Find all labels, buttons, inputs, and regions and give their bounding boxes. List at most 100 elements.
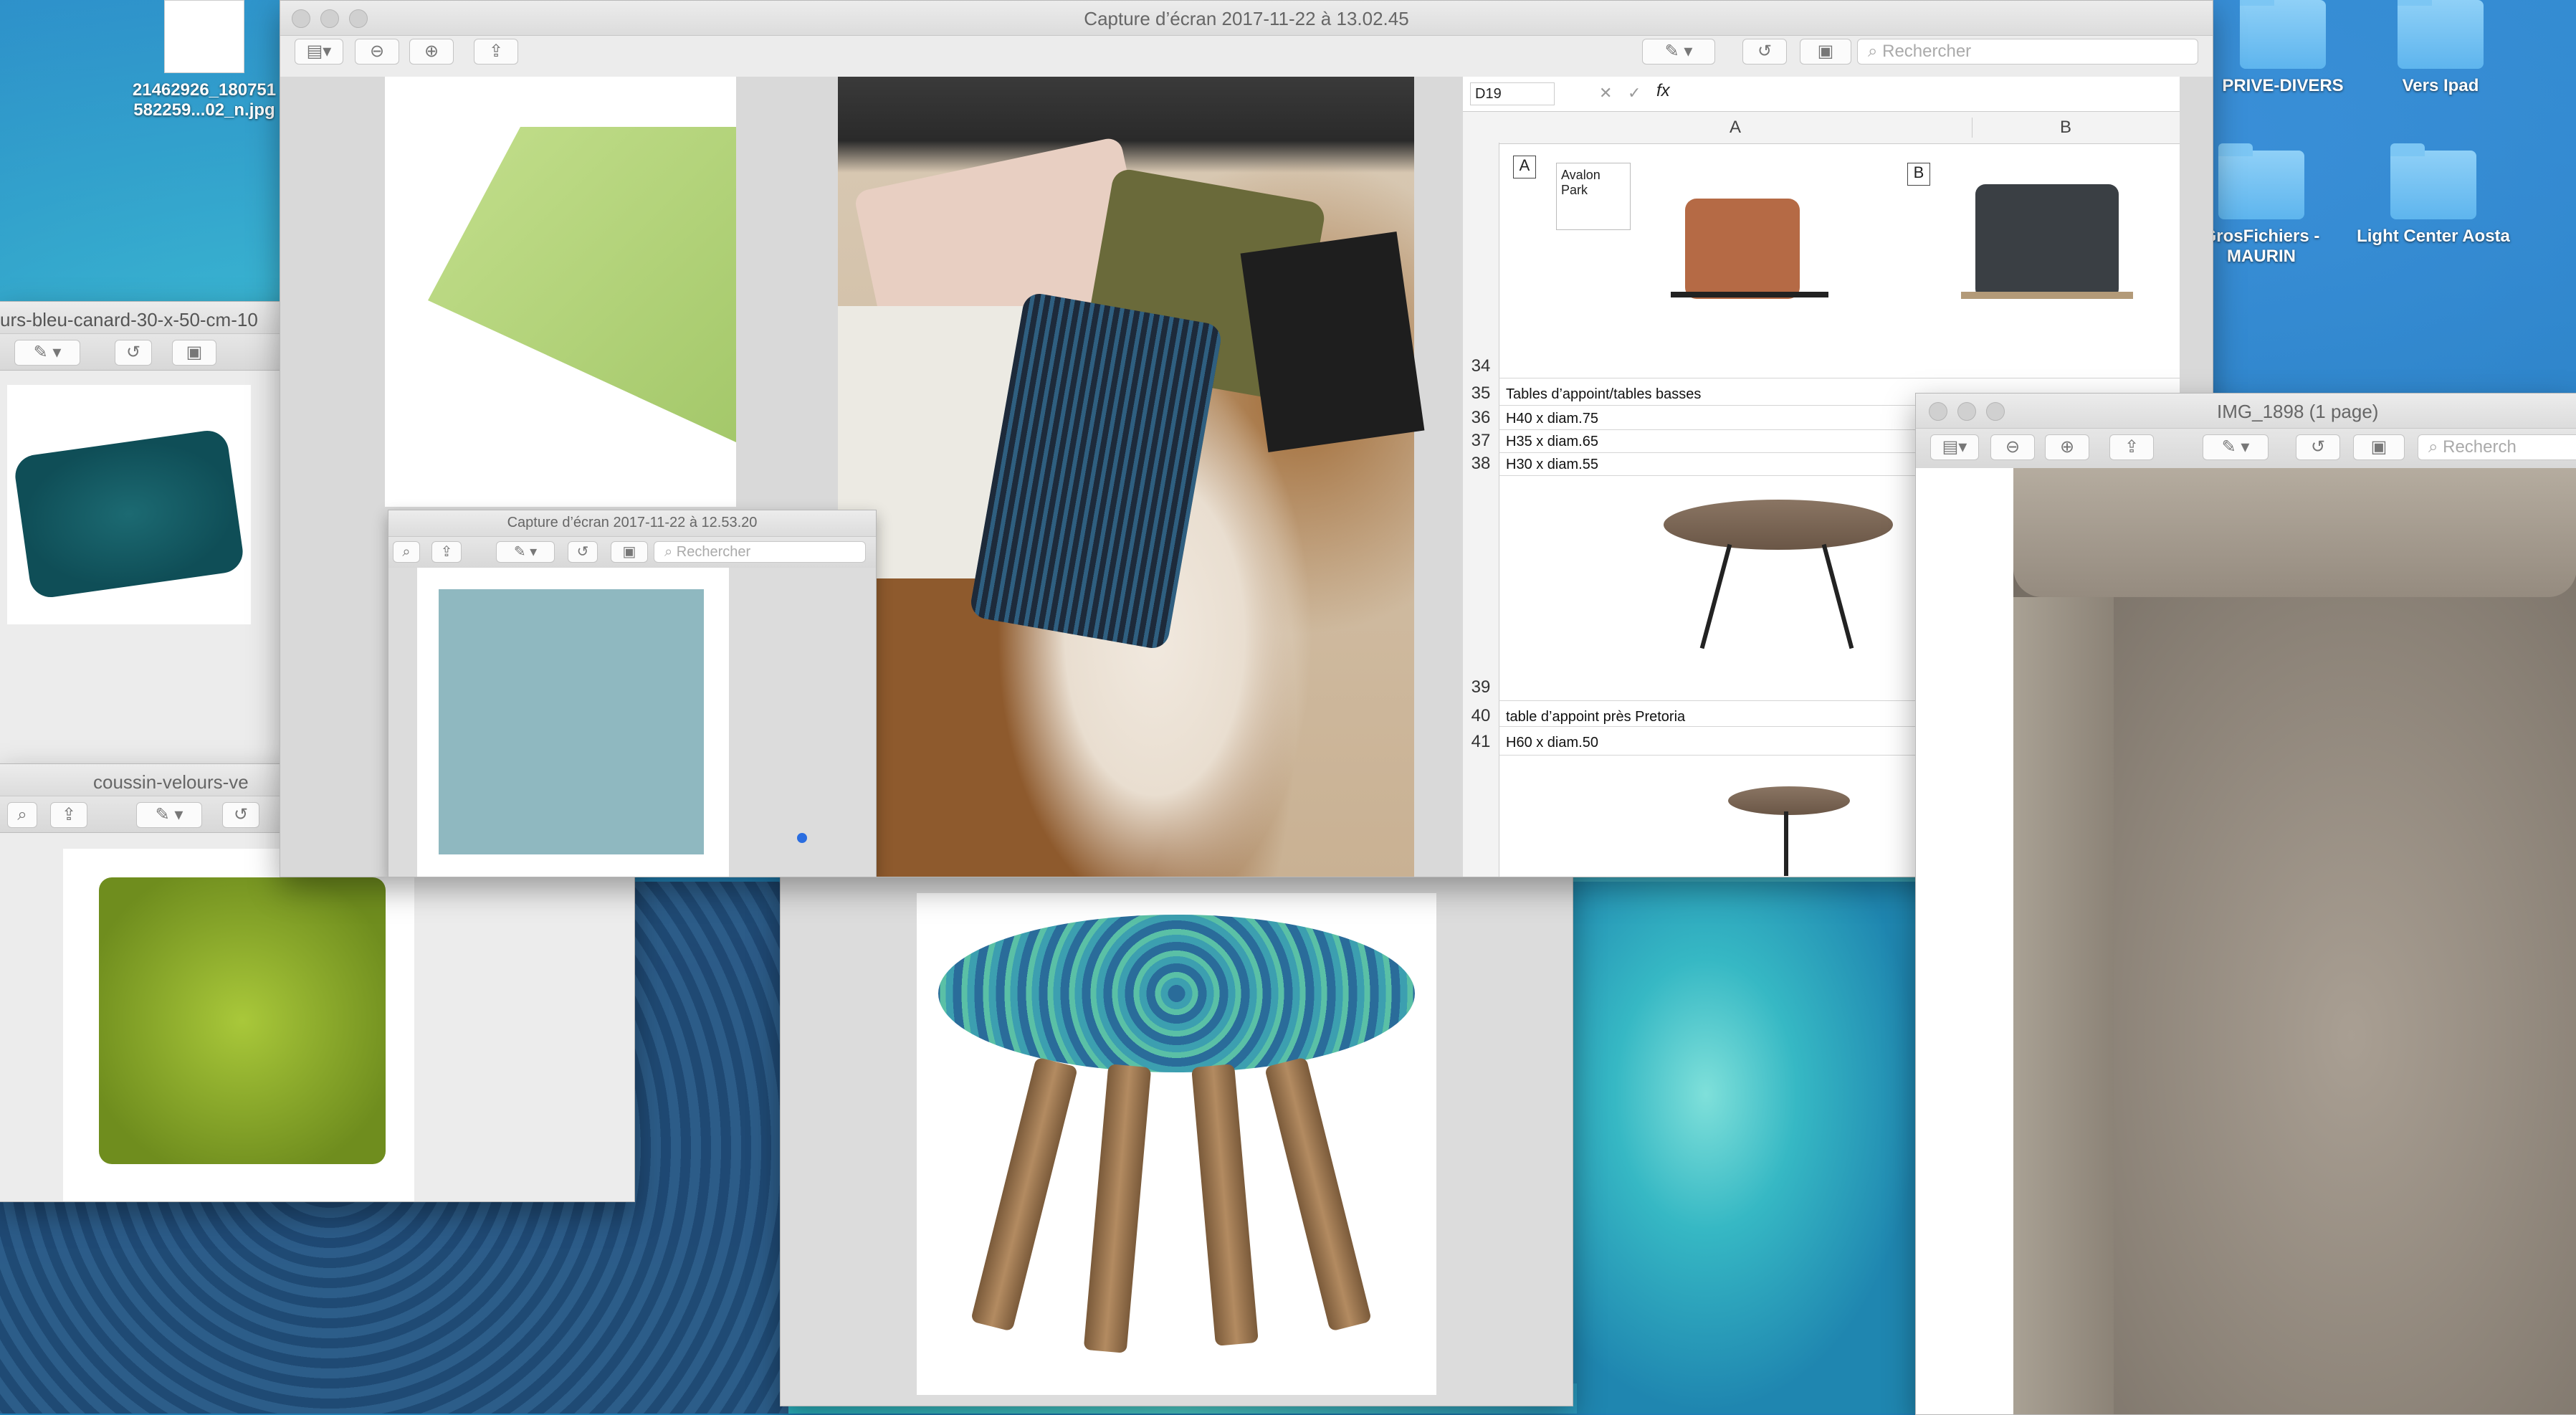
cell-text[interactable]: table d’appoint près Pretoria bbox=[1506, 709, 1685, 725]
desktop-file-icon[interactable]: 21462926_180751 582259...02_n.jpg bbox=[122, 0, 287, 120]
window-toolbar: ⌕ ⇪ ✎ ▾ ↺ ▣ ⌕ Rechercher bbox=[388, 537, 876, 569]
folder-icon bbox=[2390, 143, 2476, 219]
search-input[interactable]: ⌕ Recherch bbox=[2418, 434, 2576, 460]
search-input[interactable]: ⌕ Rechercher bbox=[654, 541, 866, 563]
stool-leg bbox=[1264, 1057, 1373, 1332]
cell-text[interactable]: H40 x diam.75 bbox=[1506, 411, 1598, 427]
cell-text[interactable]: H30 x diam.55 bbox=[1506, 457, 1598, 473]
label-a-box: A bbox=[1513, 156, 1536, 178]
window-titlebar[interactable]: Capture d’écran 2017-11-22 à 12.53.20 bbox=[388, 510, 876, 537]
search-icon: ⌕ bbox=[1868, 42, 1883, 61]
markup-button[interactable]: ✎ ▾ bbox=[136, 802, 202, 828]
zoom-icon[interactable]: ⌕ bbox=[393, 541, 420, 563]
chair-frame bbox=[1961, 292, 2133, 299]
stool-seat-image bbox=[938, 915, 1415, 1072]
rotate-button[interactable]: ↺ bbox=[1742, 39, 1787, 65]
window-titlebar[interactable]: IMG_1898 (1 page) bbox=[1916, 394, 2576, 429]
window-toolbar: ▤▾ ⊖ ⊕ ⇪ ✎ ▾ ↺ ▣ ⌕ Rechercher bbox=[280, 1, 2213, 65]
cell-text[interactable]: H60 x diam.50 bbox=[1506, 735, 1598, 751]
row-header-column bbox=[1463, 143, 1499, 877]
stool-leg bbox=[970, 1057, 1079, 1332]
image-canvas bbox=[917, 893, 1436, 1395]
share-button[interactable]: ⇪ bbox=[431, 541, 462, 563]
green-pillow-image bbox=[428, 127, 736, 442]
desktop-folder-vers-ipad[interactable]: Vers Ipad bbox=[2358, 0, 2523, 96]
folder-icon bbox=[2398, 0, 2484, 69]
rotate-button[interactable]: ↺ bbox=[2296, 434, 2340, 460]
row-number[interactable]: 41 bbox=[1463, 732, 1499, 752]
table-leg bbox=[1699, 543, 1732, 649]
function-icon[interactable]: fx bbox=[1656, 81, 1670, 101]
toolbox-button[interactable]: ▣ bbox=[2353, 434, 2405, 460]
avalon-park-box: Avalon Park bbox=[1556, 163, 1631, 230]
zoom-in-button[interactable]: ⊕ bbox=[409, 39, 454, 65]
rotate-button[interactable]: ↺ bbox=[222, 802, 259, 828]
image-canvas bbox=[63, 849, 414, 1201]
round-table-image bbox=[1664, 500, 1893, 550]
row-number[interactable]: 36 bbox=[1463, 408, 1499, 428]
zoom-in-button[interactable]: ⊕ bbox=[2045, 434, 2089, 460]
zoom-out-button[interactable]: ⌕ bbox=[7, 802, 37, 828]
row-number[interactable]: 35 bbox=[1463, 383, 1499, 404]
file-thumbnail-icon bbox=[164, 0, 244, 73]
markup-button[interactable]: ✎ ▾ bbox=[1642, 39, 1715, 65]
preview-window-teal-pillow[interactable]: urs-bleu-canard-30-x-50-cm-10 ✎ ▾ ↺ ▣ bbox=[0, 301, 302, 790]
rotate-button[interactable]: ↺ bbox=[568, 541, 598, 563]
cell-reference-field[interactable]: D19 bbox=[1470, 82, 1555, 105]
window-titlebar[interactable]: urs-bleu-canard-30-x-50-cm-10 bbox=[0, 302, 301, 334]
preview-window-stool[interactable] bbox=[780, 860, 1573, 1406]
sidebar-button[interactable]: ▤▾ bbox=[1930, 434, 1979, 460]
row-number[interactable]: 40 bbox=[1463, 706, 1499, 726]
close-icon[interactable] bbox=[1929, 402, 1947, 421]
light-blue-pillow-image bbox=[439, 589, 704, 854]
markup-button[interactable]: ✎ ▾ bbox=[496, 541, 555, 563]
search-input[interactable]: ⌕ Rechercher bbox=[1857, 39, 2198, 65]
cell-text[interactable]: Tables d’appoint/tables basses bbox=[1506, 386, 1701, 403]
preview-window-inner[interactable]: Capture d’écran 2017-11-22 à 12.53.20 ⌕ … bbox=[388, 510, 877, 877]
markup-button[interactable]: ✎ ▾ bbox=[2203, 434, 2269, 460]
cowhide-cushions-photo bbox=[838, 77, 1425, 877]
folder-icon bbox=[2240, 0, 2326, 69]
preview-window-img[interactable]: IMG_1898 (1 page) ▤▾ ⊖ ⊕ ⇪ ✎ ▾ ↺ ▣ ⌕ Rec… bbox=[1915, 393, 2576, 1415]
desktop-folder-label: PRIVE-DIVERS bbox=[2222, 76, 2344, 95]
confirm-icon[interactable]: ✓ bbox=[1628, 84, 1641, 103]
desktop-folder-label: Light Center Aosta bbox=[2357, 227, 2510, 246]
search-icon: ⌕ bbox=[2428, 437, 2443, 457]
share-button[interactable]: ⇪ bbox=[474, 39, 518, 65]
toolbox-button[interactable]: ▣ bbox=[1800, 39, 1851, 65]
cancel-icon[interactable]: ✕ bbox=[1599, 84, 1612, 103]
minimize-icon[interactable] bbox=[1957, 402, 1976, 421]
desktop-folder-light-center[interactable]: Light Center Aosta bbox=[2344, 143, 2523, 247]
window-title: Capture d’écran 2017-11-22 à 12.53.20 bbox=[507, 515, 758, 530]
row-number[interactable]: 37 bbox=[1463, 431, 1499, 451]
column-header-b[interactable]: B bbox=[1972, 118, 2159, 138]
search-icon: ⌕ bbox=[664, 544, 677, 560]
markup-button[interactable]: ✎ ▾ bbox=[14, 340, 80, 366]
desktop-folder-prive-divers[interactable]: PRIVE-DIVERS bbox=[2200, 0, 2365, 96]
desktop-file-label: 21462926_180751 582259...02_n.jpg bbox=[132, 80, 277, 120]
cell-text[interactable]: H35 x diam.65 bbox=[1506, 434, 1598, 450]
sofa-fabric-photo bbox=[2013, 468, 2576, 1414]
rotate-button[interactable]: ↺ bbox=[115, 340, 152, 366]
row-number[interactable]: 39 bbox=[1463, 677, 1499, 697]
desktop-folder-label: Vers Ipad bbox=[2402, 76, 2479, 95]
reef-image bbox=[1563, 882, 1921, 1414]
share-button[interactable]: ⇪ bbox=[2109, 434, 2154, 460]
column-header-a[interactable]: A bbox=[1499, 118, 1972, 138]
toolbox-button[interactable]: ▣ bbox=[611, 541, 648, 563]
window-toolbar: ▤▾ ⊖ ⊕ ⇪ ✎ ▾ ↺ ▣ ⌕ Recherch bbox=[1916, 429, 2576, 470]
sidebar-button[interactable]: ▤▾ bbox=[295, 39, 343, 65]
stool-leg bbox=[1083, 1064, 1152, 1353]
row-number[interactable]: 34 bbox=[1463, 356, 1499, 376]
zoom-out-button[interactable]: ⊖ bbox=[355, 39, 399, 65]
share-button[interactable]: ⇪ bbox=[50, 802, 87, 828]
row-number[interactable]: 38 bbox=[1463, 454, 1499, 474]
wood-chair-image bbox=[1947, 156, 2162, 356]
green-pillow-canvas bbox=[385, 77, 736, 507]
chair-base bbox=[1671, 292, 1828, 297]
toolbox-button[interactable]: ▣ bbox=[172, 340, 216, 366]
zoom-icon[interactable] bbox=[1986, 402, 2005, 421]
table-leg bbox=[1821, 543, 1854, 649]
chair-cushion bbox=[1975, 184, 2119, 299]
zoom-out-button[interactable]: ⊖ bbox=[1990, 434, 2035, 460]
